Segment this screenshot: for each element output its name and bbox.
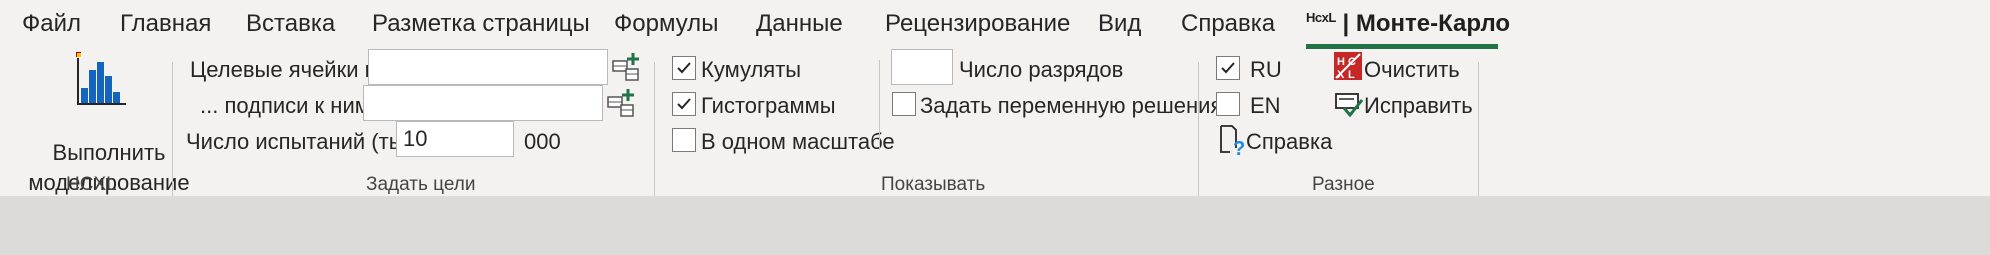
- tab-file[interactable]: Файл: [22, 10, 81, 38]
- lang-ru-checkbox[interactable]: [1216, 56, 1240, 80]
- lang-ru-label: RU: [1250, 57, 1282, 82]
- trials-label: Число испытаний (тыс): [186, 129, 423, 154]
- lang-en-label: EN: [1250, 93, 1281, 118]
- tab-insert[interactable]: Вставка: [246, 10, 335, 38]
- fix-button[interactable]: Исправить: [1334, 88, 1473, 120]
- range-picker-icon[interactable]: [607, 88, 637, 118]
- checkmark-icon: [677, 62, 691, 74]
- histograms-checkbox[interactable]: [672, 92, 696, 116]
- same-scale-checkbox[interactable]: [672, 128, 696, 152]
- group-label-show: Показывать: [881, 174, 986, 195]
- tab-help[interactable]: Справка: [1181, 10, 1275, 38]
- tab-review[interactable]: Рецензирование: [885, 10, 1070, 38]
- checkmark-icon: [677, 98, 691, 110]
- tab-monte-carlo[interactable]: HcxL | Монте-Карло: [1306, 10, 1510, 38]
- hcxl-tab-logo: HcxL: [1306, 10, 1336, 25]
- tab-data[interactable]: Данные: [756, 10, 843, 38]
- decision-variable-checkbox[interactable]: [892, 92, 916, 116]
- svg-text:L: L: [1348, 69, 1355, 80]
- same-scale-label: В одном масштабе: [701, 129, 895, 154]
- checkmark-icon: [1221, 62, 1235, 74]
- help-label: Справка: [1246, 129, 1333, 154]
- cumulative-label: Кумуляты: [701, 57, 802, 82]
- svg-text:?: ?: [1233, 138, 1245, 156]
- captions-label: ... подписи к ним: [200, 93, 370, 118]
- tab-separator: |: [1342, 10, 1350, 37]
- run-simulation-line1: Выполнить: [52, 140, 166, 165]
- svg-text:H: H: [1337, 56, 1345, 68]
- decision-variable-label: Задать переменную решения: [920, 93, 1223, 118]
- help-button[interactable]: ? Справка: [1218, 124, 1332, 158]
- clear-button[interactable]: H C X L Очистить: [1334, 52, 1464, 84]
- range-picker-icon[interactable]: [612, 52, 642, 82]
- tab-view[interactable]: Вид: [1098, 10, 1141, 38]
- clear-label: Очистить: [1364, 57, 1460, 82]
- help-document-icon: ?: [1220, 125, 1245, 156]
- histogram-icon: [76, 52, 126, 105]
- digits-label: Число разрядов: [959, 57, 1124, 82]
- group-label-misc: Разное: [1312, 174, 1375, 195]
- trials-suffix: 000: [524, 129, 561, 154]
- fix-check-icon: [1335, 93, 1364, 118]
- group-label-hcxl: HCXL: [66, 174, 117, 195]
- inner-divider: [879, 60, 880, 150]
- tab-formulas[interactable]: Формулы: [614, 10, 718, 38]
- digits-input[interactable]: [891, 49, 953, 85]
- group-label-targets: Задать цели: [366, 174, 476, 195]
- tab-home[interactable]: Главная: [120, 10, 211, 38]
- tab-monte-carlo-label: Монте-Карло: [1355, 10, 1511, 37]
- trials-input[interactable]: [396, 121, 514, 157]
- target-cells-input[interactable]: [368, 49, 608, 85]
- fix-label: Исправить: [1364, 93, 1473, 118]
- active-tab-underline: [1306, 44, 1498, 49]
- cumulative-checkbox[interactable]: [672, 56, 696, 80]
- tab-page-layout[interactable]: Разметка страницы: [372, 10, 590, 38]
- clear-hcxl-icon: H C X L: [1334, 52, 1362, 80]
- histograms-label: Гистограммы: [701, 93, 836, 118]
- target-cells-label: Целевые ячейки и: [190, 57, 377, 82]
- ribbon-tab-bar: Файл Главная Вставка Разметка страницы Ф…: [0, 0, 1990, 54]
- lang-en-checkbox[interactable]: [1216, 92, 1240, 116]
- ribbon-bottom-edge: [0, 196, 1990, 255]
- captions-input[interactable]: [363, 85, 603, 121]
